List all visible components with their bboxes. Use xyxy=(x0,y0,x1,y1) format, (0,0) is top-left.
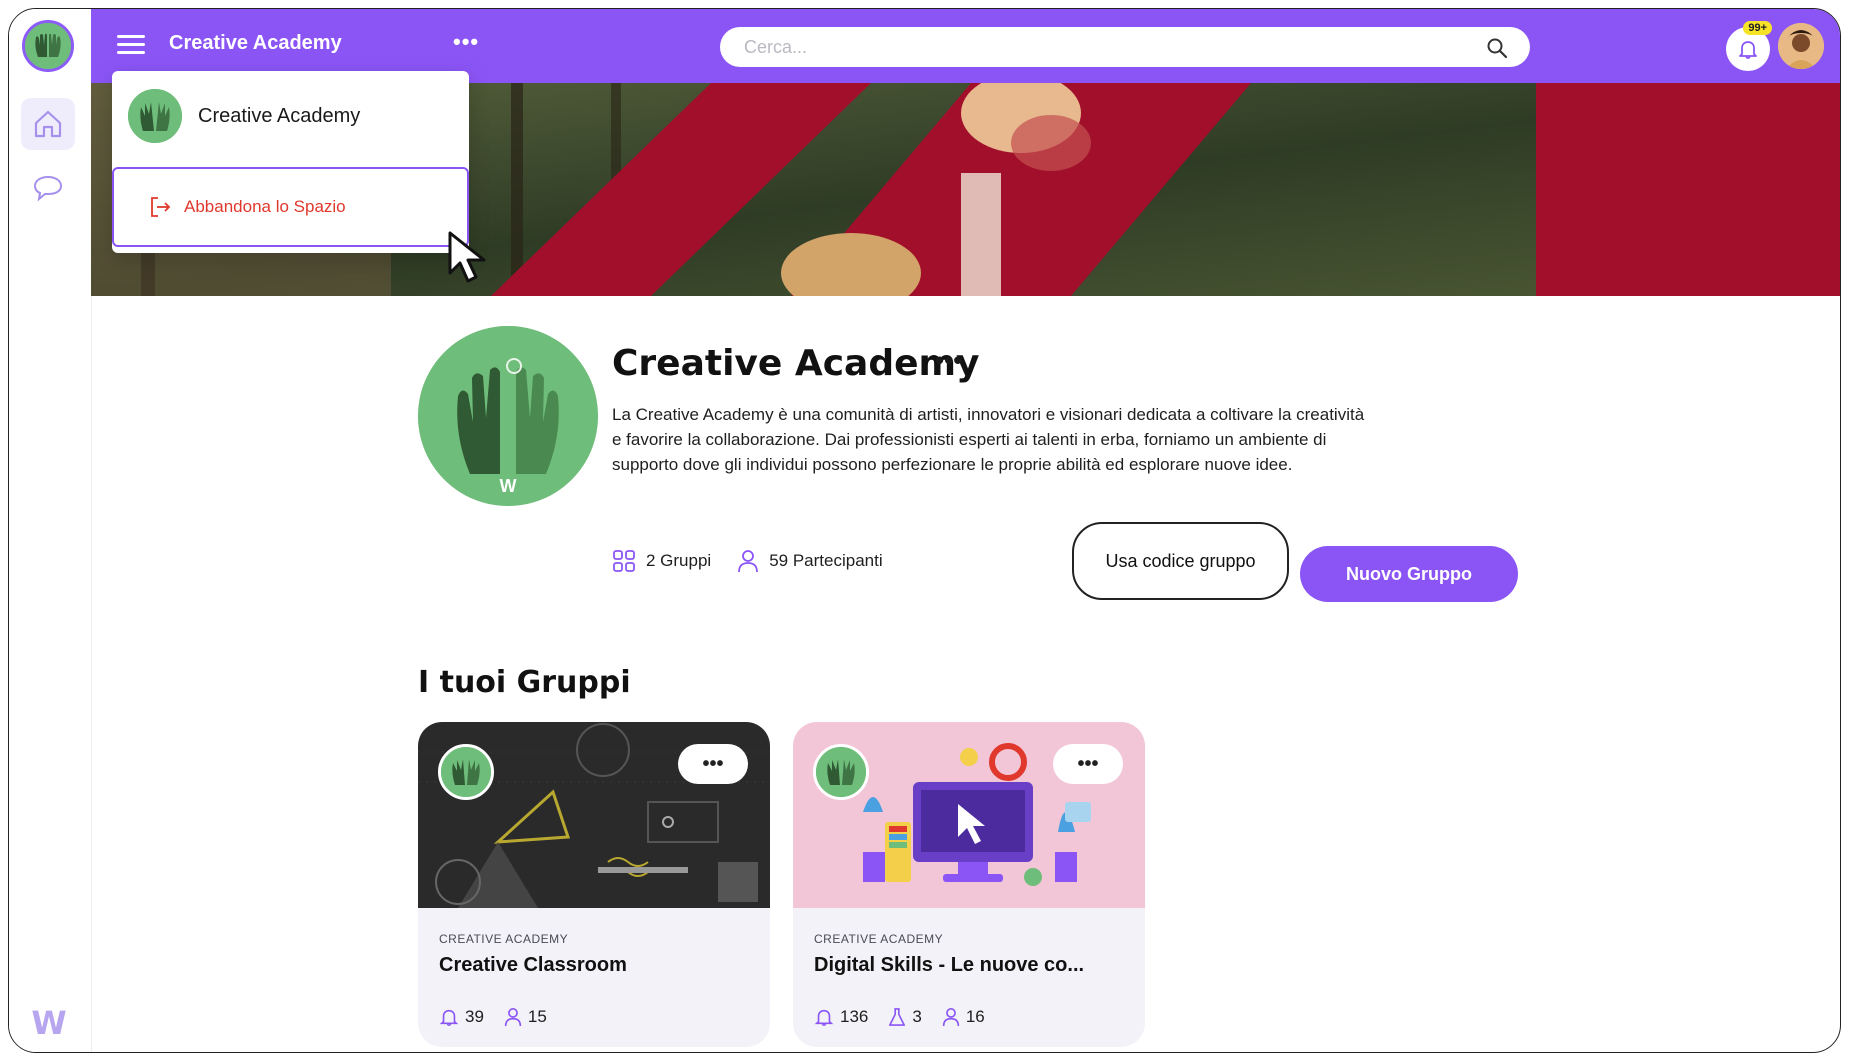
card-title: Digital Skills - Le nuove co... xyxy=(814,954,1085,976)
card-menu-button[interactable]: ••• xyxy=(678,744,748,784)
page-title: Creative Academy xyxy=(612,343,980,384)
space-switcher-avatar[interactable] xyxy=(22,20,74,72)
app-window: W Creative Academy ••• 99+ xyxy=(8,8,1841,1053)
notifications-count: 136 xyxy=(840,1007,869,1026)
svg-text:W: W xyxy=(500,476,517,496)
space-more-button[interactable]: ••• xyxy=(453,29,479,55)
group-cover: ••• xyxy=(418,722,770,908)
bell-icon xyxy=(1739,41,1757,59)
dropdown-space-name: Creative Academy xyxy=(198,104,361,127)
hands-logo-icon xyxy=(128,89,182,143)
new-group-button[interactable]: Nuovo Gruppo xyxy=(1300,546,1518,602)
chat-icon xyxy=(33,175,63,202)
space-avatar xyxy=(128,89,182,143)
card-tests: 3 xyxy=(888,1007,922,1027)
search-input[interactable] xyxy=(742,35,1466,59)
brand-logo: W xyxy=(31,1004,67,1042)
user-avatar[interactable] xyxy=(1778,23,1824,69)
bell-icon xyxy=(439,1009,459,1026)
user-icon xyxy=(504,1008,522,1027)
participants-stat[interactable]: 59 Partecipanti xyxy=(737,549,883,573)
participants-count: 59 Partecipanti xyxy=(769,551,883,570)
card-title: Creative Classroom xyxy=(439,954,627,976)
members-count: 16 xyxy=(965,1007,985,1026)
card-stats: 39 15 xyxy=(439,1007,567,1027)
chat-nav[interactable] xyxy=(21,162,75,214)
groups-stat[interactable]: 2 Gruppi xyxy=(612,549,711,573)
leave-space-menu-item[interactable]: Abbandona lo Spazio xyxy=(112,167,469,247)
card-notifications: 39 xyxy=(439,1007,484,1027)
search-bar xyxy=(720,27,1530,67)
card-notifications: 136 xyxy=(814,1007,868,1027)
card-space-label: CREATIVE ACADEMY xyxy=(814,932,944,946)
group-cover: ••• xyxy=(793,722,1145,908)
notifications-count: 39 xyxy=(465,1007,484,1026)
group-card[interactable]: ••• CREATIVE ACADEMY Digital Skills - Le… xyxy=(793,722,1145,1047)
groups-icon xyxy=(613,550,635,572)
groups-section-title: I tuoi Gruppi xyxy=(418,665,631,700)
groups-count: 2 Gruppi xyxy=(646,551,712,570)
space-title[interactable]: Creative Academy xyxy=(169,32,342,55)
space-description: La Creative Academy è una comunità di ar… xyxy=(612,405,1365,474)
hands-logo-icon: W xyxy=(418,326,598,506)
search-icon[interactable] xyxy=(1486,37,1508,59)
flask-icon xyxy=(889,1008,906,1026)
leave-space-label: Abbandona lo Spazio xyxy=(184,197,346,216)
group-card[interactable]: ••• CREATIVE ACADEMY Creative Classroom … xyxy=(418,722,770,1047)
cursor-icon xyxy=(448,231,486,283)
group-avatar xyxy=(813,744,869,800)
card-stats: 136 3 16 xyxy=(814,1007,1005,1027)
hands-logo-icon xyxy=(816,747,866,797)
tests-count: 3 xyxy=(912,1007,922,1026)
members-count: 15 xyxy=(527,1007,547,1026)
user-photo xyxy=(1778,23,1824,69)
notification-badge: 99+ xyxy=(1743,21,1772,35)
group-avatar xyxy=(438,744,494,800)
dropdown-space-item[interactable]: Creative Academy xyxy=(128,89,360,143)
leave-icon xyxy=(151,197,171,217)
use-group-code-button[interactable]: Usa codice gruppo xyxy=(1072,522,1289,600)
hands-logo-icon xyxy=(441,747,491,797)
card-members: 16 xyxy=(942,1007,985,1027)
space-dropdown-menu: Creative Academy Abbandona lo Spazio xyxy=(112,71,469,253)
home-icon xyxy=(34,110,62,138)
space-options-button[interactable]: ••• xyxy=(935,345,962,376)
user-icon xyxy=(942,1008,960,1027)
user-icon xyxy=(738,550,759,573)
space-stats: 2 Gruppi 59 Partecipanti xyxy=(612,549,909,573)
card-members: 15 xyxy=(504,1007,547,1027)
hands-logo-icon xyxy=(25,23,71,69)
notifications-button[interactable]: 99+ xyxy=(1726,21,1772,71)
card-menu-button[interactable]: ••• xyxy=(1053,744,1123,784)
bell-icon xyxy=(814,1009,834,1026)
hamburger-icon[interactable] xyxy=(117,33,147,57)
card-space-label: CREATIVE ACADEMY xyxy=(439,932,569,946)
space-avatar: W xyxy=(418,326,598,506)
home-nav[interactable] xyxy=(21,98,75,150)
sidebar: W xyxy=(9,9,92,1052)
